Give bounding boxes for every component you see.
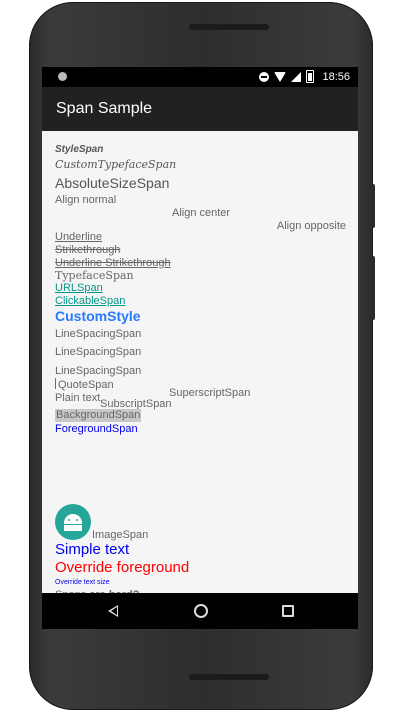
align-center-text: Align center xyxy=(172,207,231,219)
custom-style-text: CustomStyle xyxy=(55,308,141,324)
top-speaker xyxy=(189,24,269,30)
back-triangle-icon[interactable] xyxy=(108,605,118,617)
underline-text: Underline xyxy=(55,231,103,243)
custom-typeface-span-text: CustomTypefaceSpan xyxy=(55,158,177,171)
signal-icon xyxy=(291,71,302,82)
android-robot-icon xyxy=(55,504,91,540)
power-button xyxy=(371,256,375,320)
typeface-span-text: TypefaceSpan xyxy=(55,269,134,282)
override-text-size-text: Override text size xyxy=(55,579,110,586)
android-eye-left xyxy=(68,519,70,521)
line-spacing-span-text-2: LineSpacingSpan xyxy=(55,346,142,358)
line-spacing-span-text-3: LineSpacingSpan xyxy=(55,365,142,377)
override-foreground-text: Override foreground xyxy=(55,559,190,576)
plain-text: Plain text xyxy=(55,392,101,404)
home-circle-icon[interactable] xyxy=(194,604,208,618)
background-span-text: BackgroundSpan xyxy=(55,409,142,422)
clickable-span-link[interactable]: ClickableSpan xyxy=(55,295,125,308)
absolute-size-span-text: AbsoluteSizeSpan xyxy=(55,175,170,191)
notification-dot-icon xyxy=(58,72,67,81)
line-spacing-span-text-1: LineSpacingSpan xyxy=(55,328,142,340)
foreground-span-text: ForegroundSpan xyxy=(55,423,138,435)
status-bar: 18:56 xyxy=(42,67,358,87)
span-sample-content: StyleSpan CustomTypefaceSpan AbsoluteSiz… xyxy=(42,131,358,601)
align-normal-text: Align normal xyxy=(55,194,117,206)
recent-apps-square-icon[interactable] xyxy=(282,605,294,617)
superscript-span-text: SuperscriptSpan xyxy=(169,387,251,399)
align-opposite-text: Align opposite xyxy=(276,220,346,232)
battery-icon xyxy=(306,70,315,83)
navigation-bar xyxy=(42,593,358,629)
volume-button xyxy=(371,184,375,228)
status-time: 18:56 xyxy=(322,70,350,83)
app-bar: Span Sample xyxy=(42,87,358,131)
strikethrough-text: Strikethrough xyxy=(55,244,121,256)
quote-span-text: QuoteSpan xyxy=(58,379,114,391)
android-body xyxy=(64,525,82,531)
do-not-disturb-icon xyxy=(259,71,270,82)
wifi-icon xyxy=(274,71,287,82)
android-eye-right xyxy=(76,519,78,521)
bottom-speaker xyxy=(189,674,269,680)
quote-span: QuoteSpan xyxy=(55,378,114,392)
device-screen: 18:56 Span Sample StyleSpan CustomTypefa… xyxy=(42,67,358,629)
style-span-text: StyleSpan xyxy=(55,144,104,155)
status-icons: 18:56 xyxy=(259,70,350,83)
simple-text: Simple text xyxy=(55,541,130,558)
url-span-link[interactable]: URLSpan xyxy=(55,282,103,295)
android-head xyxy=(64,514,82,524)
quote-bar xyxy=(55,378,56,389)
app-title: Span Sample xyxy=(56,100,153,117)
